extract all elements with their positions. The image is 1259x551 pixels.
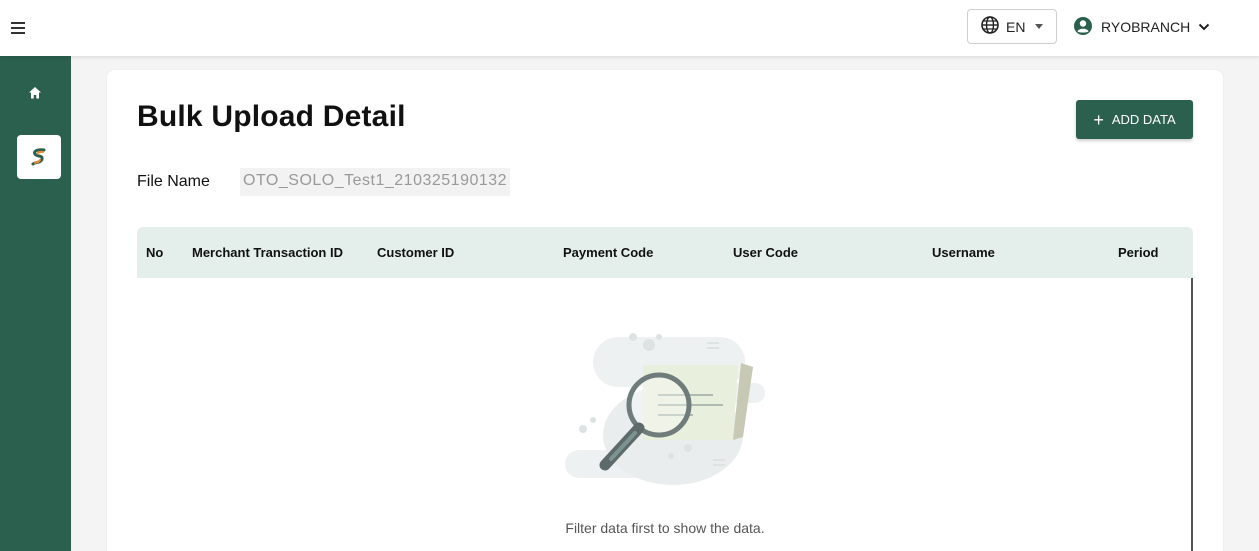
chevron-down-icon	[1198, 19, 1210, 35]
empty-state-illustration	[563, 325, 767, 490]
column-header-user-code: User Code	[733, 245, 799, 260]
hamburger-menu-icon[interactable]	[4, 14, 32, 42]
empty-state-message: Filter data first to show the data.	[565, 520, 765, 536]
file-name-value: OTO_SOLO_Test1_210325190132	[240, 168, 511, 196]
add-data-button[interactable]: + ADD DATA	[1076, 100, 1193, 139]
app-logo-icon[interactable]	[17, 135, 61, 179]
column-header-username: Username	[932, 245, 995, 260]
column-header-period: Period	[1118, 245, 1159, 260]
content-card: Bulk Upload Detail + ADD DATA File Name …	[107, 70, 1223, 551]
column-header-payment-code: Payment Code	[563, 245, 654, 260]
language-label: EN	[1006, 18, 1026, 35]
home-icon[interactable]	[22, 80, 48, 106]
column-header-customer-id: Customer ID	[377, 245, 455, 260]
username-label: RYOBRANCH	[1101, 19, 1191, 35]
sidebar	[0, 56, 71, 551]
top-bar: EN RYOBRANCH	[0, 0, 1259, 56]
column-header-merchant-transaction-id: Merchant Transaction ID	[192, 245, 343, 260]
column-header-no: No	[146, 245, 164, 260]
file-name-label: File Name	[137, 173, 210, 190]
add-data-label: ADD DATA	[1111, 112, 1176, 127]
globe-icon	[980, 15, 1000, 38]
language-selector[interactable]: EN	[967, 9, 1057, 44]
account-circle-icon	[1073, 16, 1093, 39]
caret-down-icon	[1035, 24, 1044, 29]
user-menu[interactable]: RYOBRANCH	[1073, 12, 1210, 42]
plus-icon: +	[1093, 109, 1104, 130]
table-right-border	[1191, 278, 1193, 551]
page-title: Bulk Upload Detail	[137, 100, 406, 133]
table-header: No Merchant Transaction ID Customer ID P…	[137, 227, 1193, 278]
